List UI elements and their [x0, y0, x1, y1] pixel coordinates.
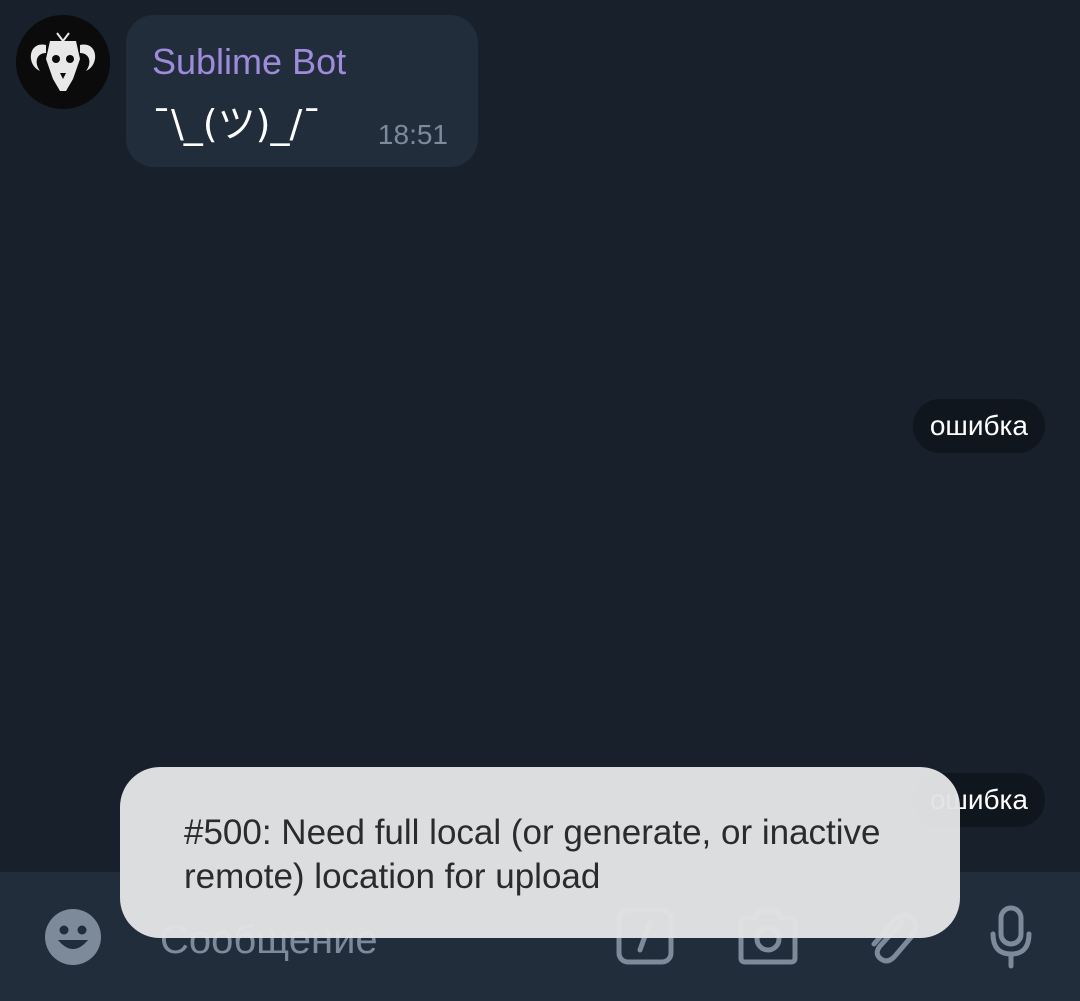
- emoji-icon: [45, 909, 101, 965]
- incoming-message-bubble[interactable]: Sublime Bot ¯\_(ツ)_/¯ 18:51: [126, 15, 478, 167]
- message-time: 18:51: [377, 119, 448, 150]
- voice-message-button[interactable]: [987, 904, 1035, 970]
- sender-name[interactable]: Sublime Bot: [152, 41, 346, 83]
- emoji-button[interactable]: [42, 906, 104, 968]
- chat-area[interactable]: Sublime Bot ¯\_(ツ)_/¯ 18:51 ошибка ошибк…: [0, 0, 1080, 872]
- bot-avatar[interactable]: [16, 15, 110, 109]
- error-toast: #500: Need full local (or generate, or i…: [120, 767, 960, 938]
- error-toast-text: #500: Need full local (or generate, or i…: [184, 813, 881, 896]
- message-text: ¯\_(ツ)_/¯: [152, 102, 322, 146]
- outgoing-message[interactable]: ошибка: [912, 399, 1045, 453]
- outgoing-message-text: ошибка: [929, 410, 1028, 441]
- ram-skull-icon: [16, 15, 110, 109]
- microphone-icon: [990, 905, 1032, 969]
